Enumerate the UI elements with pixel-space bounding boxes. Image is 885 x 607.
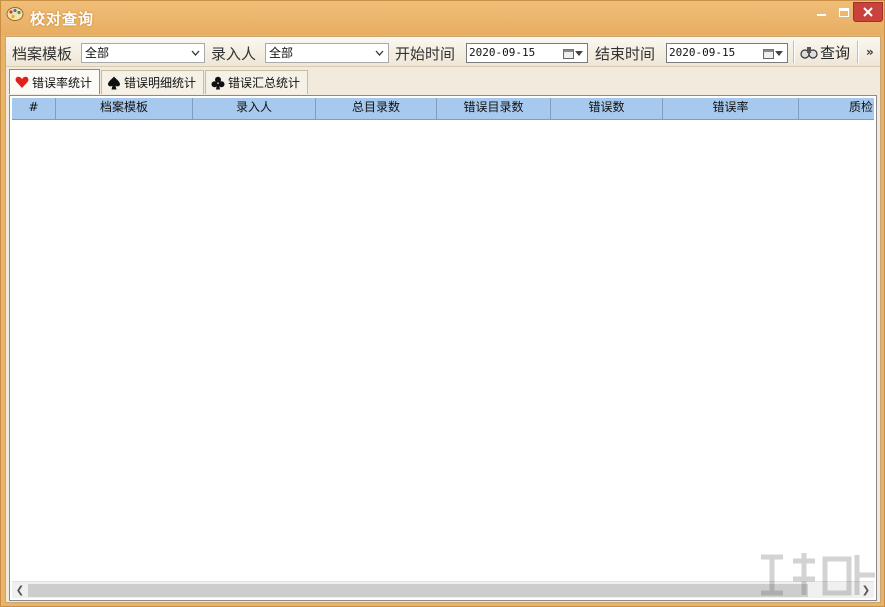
- column-header-total-entries[interactable]: 总目录数: [316, 98, 437, 120]
- tab-label: 错误率统计: [32, 75, 93, 90]
- start-date-picker[interactable]: 2020-09-15: [466, 43, 588, 63]
- end-date-picker[interactable]: 2020-09-15: [666, 43, 788, 63]
- window-title: 校对查询: [30, 10, 95, 28]
- table-header: # 档案模板 录入人 总目录数 错误目录数 错误数 错误率 质检时: [12, 98, 874, 120]
- maximize-icon: [839, 7, 849, 17]
- tab-error-detail[interactable]: 错误明细统计: [101, 70, 204, 94]
- template-select-value: 全部: [85, 46, 110, 60]
- query-button[interactable]: 查询: [800, 41, 854, 63]
- heart-icon: [15, 76, 29, 88]
- tab-error-rate[interactable]: 错误率统计: [9, 69, 100, 94]
- maximize-button[interactable]: [833, 2, 855, 22]
- entry-select-value: 全部: [269, 46, 294, 60]
- column-header-error-count[interactable]: 错误数: [551, 98, 663, 120]
- template-select[interactable]: 全部: [81, 43, 205, 63]
- column-header-template[interactable]: 档案模板: [56, 98, 193, 120]
- palette-icon: [6, 7, 24, 21]
- results-table[interactable]: # 档案模板 录入人 总目录数 错误目录数 错误数 错误率 质检时 ❮ ❯: [9, 95, 877, 601]
- watermark-logo: [761, 553, 875, 596]
- club-icon: [211, 76, 225, 89]
- tab-label: 错误汇总统计: [228, 76, 301, 90]
- filter-toolbar: 档案模板 全部 录入人 全部 开始时间 2020-09-15 结束时间 2020…: [6, 37, 880, 67]
- toolbar-separator: [793, 41, 795, 63]
- close-button[interactable]: [853, 2, 883, 22]
- title-bar[interactable]: 校对查询: [1, 1, 884, 35]
- minimize-button[interactable]: [810, 2, 832, 22]
- chevron-down-icon: [372, 45, 386, 61]
- tab-label: 错误明细统计: [124, 76, 197, 90]
- chevron-down-icon: [188, 45, 202, 61]
- column-header-error-entries[interactable]: 错误目录数: [437, 98, 551, 120]
- close-icon: [863, 7, 873, 17]
- entry-label: 录入人: [211, 45, 257, 63]
- column-header-index[interactable]: #: [12, 98, 56, 120]
- calendar-icon[interactable]: [763, 45, 785, 61]
- horizontal-scrollbar[interactable]: ❮ ❯: [12, 581, 874, 598]
- column-header-entry-person[interactable]: 录入人: [193, 98, 316, 120]
- end-time-label: 结束时间: [595, 45, 656, 63]
- spade-icon: [108, 76, 120, 89]
- end-date-value: 2020-09-15: [669, 46, 736, 59]
- main-window: 校对查询 档案模板 全部 录入人 全部 开始时间 2020-09-15 结束时间…: [0, 0, 885, 607]
- tab-error-summary[interactable]: 错误汇总统计: [205, 70, 308, 94]
- template-label: 档案模板: [12, 45, 73, 63]
- scroll-left-icon[interactable]: ❮: [12, 582, 28, 599]
- client-area: 档案模板 全部 录入人 全部 开始时间 2020-09-15 结束时间 2020…: [5, 36, 881, 603]
- start-time-label: 开始时间: [395, 45, 456, 63]
- tab-strip: 错误率统计 错误明细统计 错误汇总统计: [9, 69, 879, 94]
- minimize-icon: [816, 14, 826, 16]
- query-label: 查询: [820, 43, 851, 62]
- binoculars-icon: [800, 47, 818, 59]
- entry-select[interactable]: 全部: [265, 43, 389, 63]
- column-header-error-rate[interactable]: 错误率: [663, 98, 799, 120]
- overflow-button[interactable]: »: [866, 45, 878, 61]
- calendar-icon[interactable]: [563, 45, 585, 61]
- scrollbar-thumb[interactable]: [28, 584, 808, 597]
- column-header-qc-time[interactable]: 质检时: [799, 98, 874, 120]
- start-date-value: 2020-09-15: [469, 46, 536, 59]
- toolbar-separator: [857, 41, 859, 63]
